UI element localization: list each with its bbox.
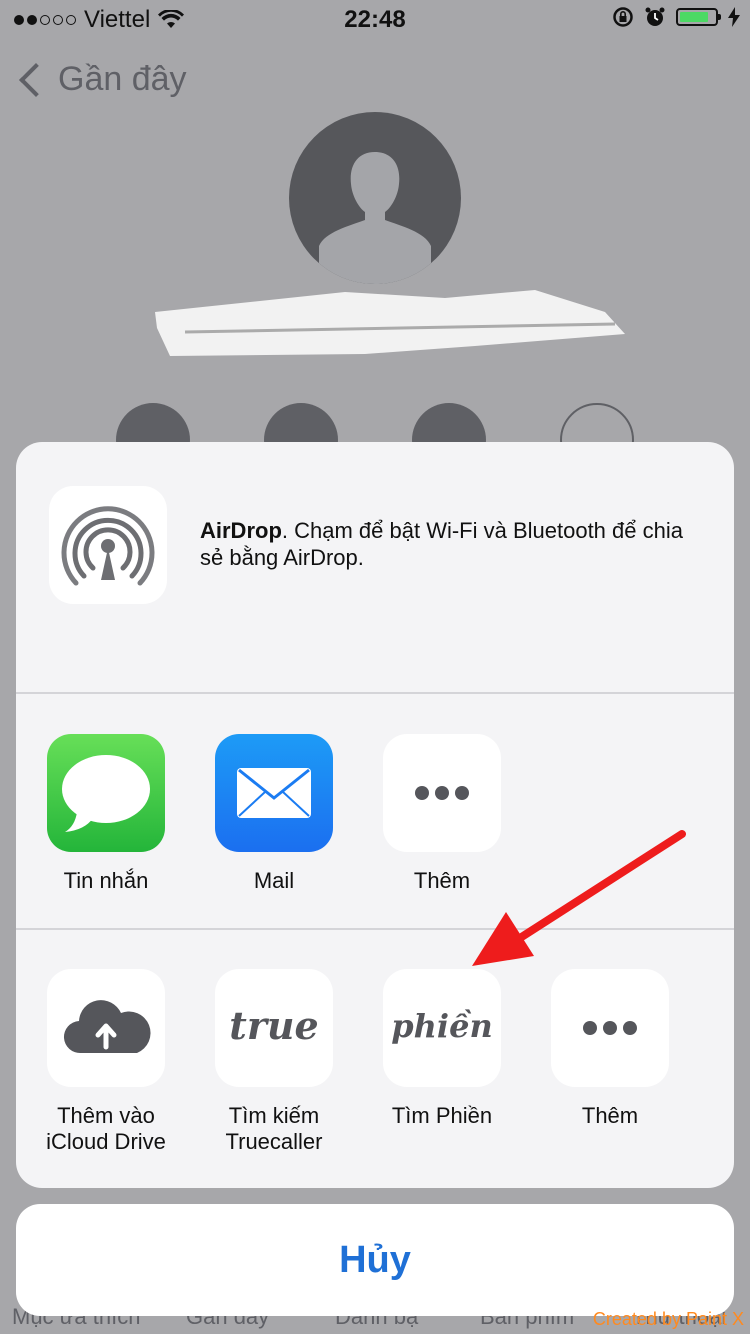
watermark-text: Created by Paint X — [592, 1309, 744, 1329]
icloud-upload-icon — [47, 969, 165, 1087]
divider — [16, 928, 734, 930]
share-target-messages[interactable]: Tin nhắn — [36, 734, 176, 894]
alarm-icon — [645, 7, 665, 26]
contact-avatar — [289, 112, 461, 284]
share-target-label: Thêm — [413, 868, 471, 893]
timphien-logo: phiền — [391, 1007, 493, 1045]
action-tim-phien[interactable]: phiền Tìm Phiền — [372, 969, 512, 1129]
rotation-lock-icon — [613, 7, 633, 27]
airdrop-title: AirDrop — [200, 518, 282, 543]
battery-icon — [676, 8, 721, 26]
action-label: Tìm kiếm Truecaller — [225, 1103, 323, 1154]
share-target-label: Tin nhắn — [63, 868, 149, 893]
airdrop-description: AirDrop. Chạm để bật Wi-Fi và Bluetooth … — [200, 517, 700, 571]
truecaller-icon: true — [215, 969, 333, 1087]
action-more[interactable]: Thêm — [540, 969, 680, 1129]
cancel-button[interactable]: Hủy — [16, 1204, 734, 1316]
status-bar: Viettel 22:48 — [0, 0, 750, 40]
timphien-icon: phiền — [383, 969, 501, 1087]
share-target-label: Mail — [253, 868, 295, 893]
mail-icon — [215, 734, 333, 852]
action-label: Thêm — [581, 1103, 639, 1128]
share-target-mail[interactable]: Mail — [204, 734, 344, 894]
more-icon — [551, 969, 669, 1087]
airdrop-icon[interactable] — [49, 486, 167, 604]
person-silhouette-icon — [319, 152, 431, 284]
action-truecaller-search[interactable]: true Tìm kiếm Truecaller — [204, 969, 344, 1155]
charging-bolt-icon — [728, 7, 740, 27]
divider — [16, 692, 734, 694]
action-add-to-icloud-drive[interactable]: Thêm vào iCloud Drive — [36, 969, 176, 1155]
action-label: Thêm vào iCloud Drive — [46, 1103, 166, 1154]
messages-icon — [47, 734, 165, 852]
more-icon — [383, 734, 501, 852]
share-sheet: AirDrop. Chạm để bật Wi-Fi và Bluetooth … — [16, 442, 734, 1188]
back-label: Gần đây — [58, 60, 187, 98]
truecaller-logo: true — [229, 1003, 319, 1048]
chevron-left-icon — [19, 62, 53, 97]
redacted-contact-name — [155, 290, 625, 356]
share-target-more[interactable]: Thêm — [372, 734, 512, 894]
action-label: Tìm Phiền — [391, 1103, 493, 1128]
airdrop-section[interactable]: AirDrop. Chạm để bật Wi-Fi và Bluetooth … — [16, 442, 734, 692]
back-button[interactable]: Gần đây — [16, 60, 187, 99]
